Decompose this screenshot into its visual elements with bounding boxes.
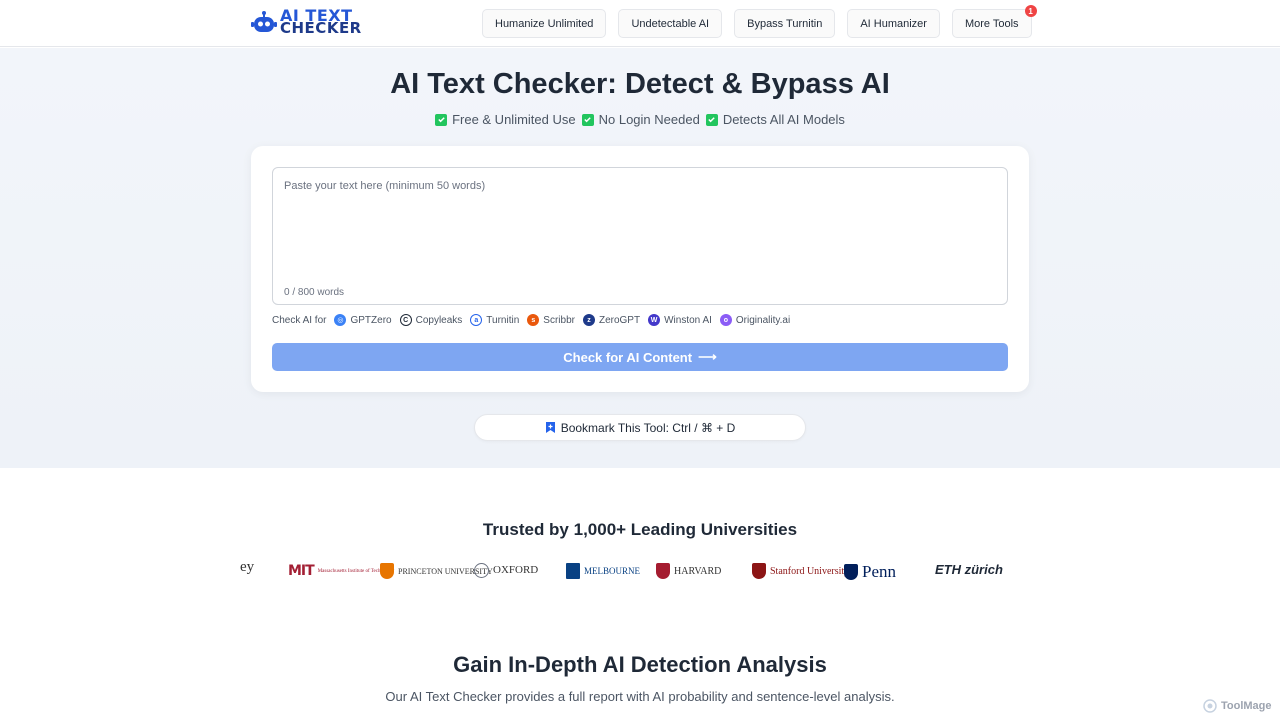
page-title: AI Text Checker: Detect & Bypass AI xyxy=(390,68,890,100)
originality-icon: o xyxy=(719,314,732,326)
nav-humanize-unlimited[interactable]: Humanize Unlimited xyxy=(482,9,607,38)
oxford-seal-icon xyxy=(474,563,489,578)
detector-turnitin: a Turnitin xyxy=(470,314,519,326)
university-name: HARVARD xyxy=(674,565,722,577)
detector-label: GPTZero xyxy=(350,314,392,326)
university-name: OXFORD xyxy=(493,564,539,576)
university-logos: ey MIT Massachusetts Institute of Techno… xyxy=(240,560,1030,592)
logo-text-bottom: CHECKER xyxy=(280,19,362,37)
text-input[interactable] xyxy=(272,167,1008,305)
detector-label: Originality.ai xyxy=(735,314,791,326)
detector-gptzero: ◎ GPTZero xyxy=(334,314,392,326)
nav-undetectable-ai[interactable]: Undetectable AI xyxy=(618,9,723,38)
university-logo-oxford: OXFORD xyxy=(474,563,538,578)
feature-item: Detects All AI Models xyxy=(705,112,845,127)
detector-scribbr: s Scribbr xyxy=(527,314,575,326)
penn-crest-icon xyxy=(844,563,858,580)
university-name: PRINCETON UNIVERSITY xyxy=(398,566,493,576)
analysis-description: Our AI Text Checker provides a full repo… xyxy=(385,689,895,704)
trusted-heading: Trusted by 1,000+ Leading Universities xyxy=(482,520,798,539)
checkbox-check-icon xyxy=(705,113,718,126)
university-name: ey xyxy=(240,560,255,575)
detector-originality: o Originality.ai xyxy=(719,314,791,326)
nav-label: Humanize Unlimited xyxy=(495,17,594,30)
check-ai-content-button[interactable]: Check for AI Content ⟶ xyxy=(272,343,1008,371)
university-name: ETH zürich xyxy=(935,562,1003,577)
nav-label: AI Humanizer xyxy=(860,17,927,30)
university-logo-stanford: Stanford University xyxy=(752,563,850,579)
university-name: MELBOURNE xyxy=(584,565,640,576)
nav-bypass-turnitin[interactable]: Bypass Turnitin xyxy=(734,9,836,38)
feature-label: No Login Needed xyxy=(598,112,700,127)
bookmark-icon xyxy=(545,422,555,433)
checkbox-check-icon xyxy=(435,113,448,126)
nav-label: More Tools xyxy=(964,17,1019,30)
winston-icon: W xyxy=(648,314,661,326)
detector-list-label: Check AI for xyxy=(272,314,327,326)
feature-item: No Login Needed xyxy=(581,112,700,127)
stanford-crest-icon xyxy=(752,563,766,579)
watermark-label: ToolMage xyxy=(1221,700,1272,712)
university-logo-princeton: PRINCETON UNIVERSITY xyxy=(380,563,493,579)
word-counter: 0 / 800 words xyxy=(284,287,345,298)
feature-list: Free & Unlimited Use No Login Needed Det… xyxy=(0,112,1280,127)
scribbr-icon: s xyxy=(527,314,540,326)
nav-label: Bypass Turnitin xyxy=(747,17,823,30)
university-name: Penn xyxy=(862,562,896,581)
site-header: AI TEXT CHECKER Humanize Unlimited Undet… xyxy=(0,0,1280,47)
university-logo-eth: ETH zürich xyxy=(935,563,1003,576)
detector-winston: W Winston AI xyxy=(648,314,712,326)
button-label: Check for AI Content xyxy=(563,349,693,365)
university-logo-mit: MIT Massachusetts Institute of Technolog… xyxy=(288,563,395,579)
detector-copyleaks: C Copyleaks xyxy=(399,314,463,326)
feature-item: Free & Unlimited Use xyxy=(435,112,576,127)
site-logo[interactable]: AI TEXT CHECKER xyxy=(251,8,362,37)
university-logo-harvard: HARVARD xyxy=(656,563,721,579)
detector-label: Scribbr xyxy=(543,314,575,326)
university-logo-partial: ey xyxy=(240,560,255,575)
turnitin-icon: a xyxy=(470,314,483,326)
detector-list: Check AI for ◎ GPTZero C Copyleaks a Tur… xyxy=(272,314,790,326)
analysis-heading: Gain In-Depth AI Detection Analysis xyxy=(453,652,827,677)
harvard-crest-icon xyxy=(656,563,670,579)
bookmark-label: Bookmark This Tool: Ctrl / ⌘ + D xyxy=(560,420,736,435)
robot-logo-icon xyxy=(251,11,277,32)
notification-badge: 1 xyxy=(1024,5,1037,17)
main-nav: Humanize Unlimited Undetectable AI Bypas… xyxy=(482,5,1037,38)
melbourne-crest-icon xyxy=(566,563,580,579)
nav-more-tools[interactable]: More Tools 1 xyxy=(951,5,1037,38)
zerogpt-icon: z xyxy=(582,314,595,326)
feature-label: Detects All AI Models xyxy=(722,112,845,127)
princeton-crest-icon xyxy=(380,563,394,579)
detector-label: Turnitin xyxy=(486,314,520,326)
detector-label: Winston AI xyxy=(664,314,712,326)
checker-card: 0 / 800 words Check AI for ◎ GPTZero C C… xyxy=(251,146,1029,392)
detector-zerogpt: z ZeroGPT xyxy=(582,314,641,326)
mit-logo-icon: MIT xyxy=(288,563,315,579)
gptzero-icon: ◎ xyxy=(334,314,347,326)
university-name: Stanford University xyxy=(770,565,850,577)
watermark: ToolMage xyxy=(1203,699,1272,713)
bookmark-hint[interactable]: Bookmark This Tool: Ctrl / ⌘ + D xyxy=(474,414,806,441)
university-logo-melbourne: MELBOURNE xyxy=(566,563,640,579)
checkbox-check-icon xyxy=(581,113,594,126)
nav-ai-humanizer[interactable]: AI Humanizer xyxy=(847,9,940,38)
mit-subtext: Massachusetts Institute of Technology xyxy=(317,568,395,574)
arrow-right-icon: ⟶ xyxy=(698,349,717,364)
university-logo-penn: Penn xyxy=(844,563,896,580)
hero-section: AI Text Checker: Detect & Bypass AI Free… xyxy=(0,48,1280,468)
copyleaks-icon: C xyxy=(399,314,412,326)
detector-label: ZeroGPT xyxy=(598,314,641,326)
nav-label: Undetectable AI xyxy=(631,17,710,30)
detector-label: Copyleaks xyxy=(415,314,463,326)
toolmage-logo-icon xyxy=(1203,699,1217,713)
feature-label: Free & Unlimited Use xyxy=(452,112,576,127)
